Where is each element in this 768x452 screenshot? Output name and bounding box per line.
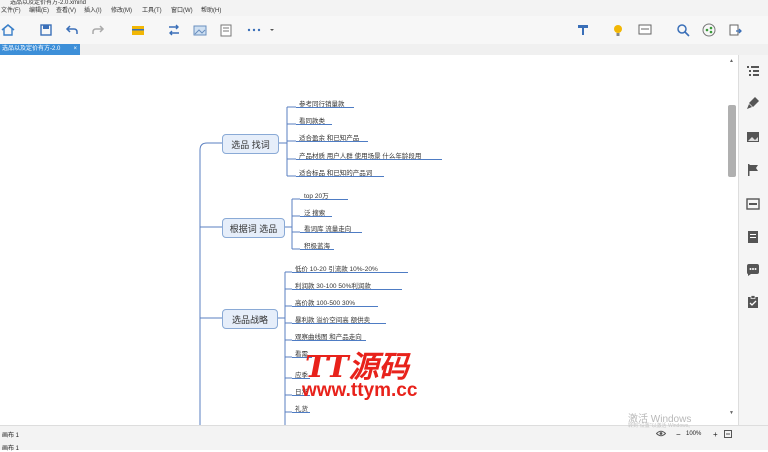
note-icon[interactable]: [218, 22, 234, 38]
subtopic-underline: [296, 107, 354, 108]
title-bar: 选品以及定价有方-2.0.xmind: [0, 0, 768, 7]
subtopic-underline: [296, 124, 332, 125]
task-icon[interactable]: [745, 294, 761, 310]
topic-node-2[interactable]: 根据词 选品: [222, 218, 285, 238]
subtopic-underline: [292, 340, 366, 341]
library-icon[interactable]: [745, 196, 761, 212]
window-title: 选品以及定价有方-2.0.xmind: [10, 0, 87, 6]
format-brush-icon[interactable]: [745, 95, 761, 111]
redo-icon[interactable]: [90, 22, 106, 38]
subtopic-underline: [292, 272, 408, 273]
subtopic-underline: [296, 159, 442, 160]
zoom-level: 100%: [686, 431, 702, 437]
flag-icon[interactable]: [745, 162, 761, 178]
right-panel: [739, 55, 768, 425]
undo-icon[interactable]: [64, 22, 80, 38]
menu-bar: 文件(F) 编辑(E) 查看(V) 插入(I) 修改(M) 工具(T) 窗口(W…: [0, 7, 768, 16]
swap-icon[interactable]: [166, 22, 182, 38]
menu-edit[interactable]: 编辑(E): [29, 7, 49, 16]
tab-document[interactable]: 选品以及定价有方-2.0 ×: [0, 44, 80, 55]
zoom-in-button[interactable]: +: [713, 430, 718, 439]
subtopic-underline: [300, 199, 348, 200]
scroll-up-icon[interactable]: ▲: [729, 58, 734, 64]
close-icon[interactable]: ×: [73, 44, 77, 55]
status-text: 画布 1: [2, 446, 20, 452]
eye-icon[interactable]: [655, 430, 667, 439]
search-icon[interactable]: [675, 22, 691, 38]
menu-file[interactable]: 文件(F): [1, 7, 21, 16]
zoom-out-button[interactable]: −: [676, 430, 681, 439]
menu-modify[interactable]: 修改(M): [111, 7, 132, 16]
topic-node-1[interactable]: 选品 找词: [222, 134, 279, 154]
menu-view[interactable]: 查看(V): [56, 7, 76, 16]
menu-tools[interactable]: 工具(T): [142, 7, 162, 16]
topic-node-3[interactable]: 选品战略: [222, 309, 278, 329]
image-icon[interactable]: [192, 22, 208, 38]
subtopic-underline: [300, 216, 332, 217]
chevron-down-icon[interactable]: [264, 22, 280, 38]
subtopic-underline: [300, 232, 362, 233]
save-icon[interactable]: [38, 22, 54, 38]
image-panel-icon[interactable]: [745, 129, 761, 145]
notes-icon[interactable]: [745, 229, 761, 245]
watermark-url: www.ttym.cc: [302, 380, 418, 401]
scroll-down-icon[interactable]: ▼: [729, 410, 734, 416]
bulb-icon[interactable]: [610, 22, 626, 38]
comment-icon[interactable]: [745, 262, 761, 278]
menu-insert[interactable]: 插入(I): [84, 7, 102, 16]
outline-icon[interactable]: [745, 63, 761, 79]
windows-activation-subtext: 转到"设置"以激活 Windows。: [628, 423, 694, 429]
share-icon[interactable]: [701, 22, 717, 38]
menu-help[interactable]: 帮助(H): [201, 7, 221, 16]
subtopic-underline: [296, 141, 368, 142]
subtopic-underline: [292, 412, 310, 413]
fit-view-icon[interactable]: [724, 430, 732, 440]
folder-icon[interactable]: [130, 22, 146, 38]
subtopic-underline: [292, 323, 386, 324]
menu-window[interactable]: 窗口(W): [171, 7, 193, 16]
toolbar: [0, 16, 768, 45]
subtopic-underline: [300, 249, 334, 250]
scrollbar-thumb[interactable]: [728, 105, 736, 177]
presentation-icon[interactable]: [637, 22, 653, 38]
subtopic-underline: [292, 306, 378, 307]
home-icon[interactable]: [0, 22, 16, 38]
subtopic-underline: [296, 176, 384, 177]
tab-bar: 选品以及定价有方-2.0 ×: [0, 44, 768, 55]
more-icon[interactable]: [246, 22, 262, 38]
export-icon[interactable]: [727, 22, 743, 38]
sheet-tab[interactable]: 画布 1: [2, 430, 19, 439]
tab-label: 选品以及定价有方-2.0: [2, 46, 61, 52]
tag-icon[interactable]: [575, 22, 591, 38]
subtopic-underline: [292, 289, 402, 290]
